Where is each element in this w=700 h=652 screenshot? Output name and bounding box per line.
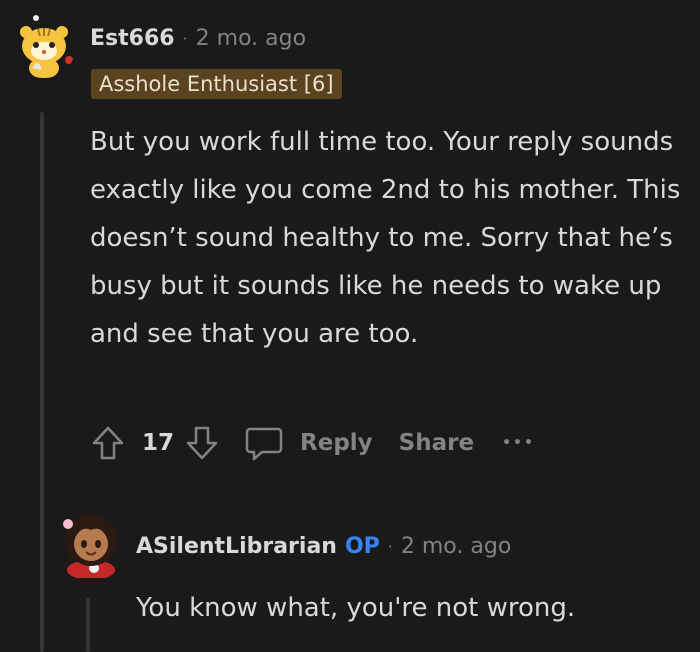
librarian-avatar-icon	[63, 502, 117, 580]
action-bar: 17 Reply Share •••	[88, 420, 535, 466]
thread-line[interactable]	[86, 598, 90, 652]
op-badge: OP	[344, 534, 380, 559]
separator-dot: ·	[387, 537, 393, 556]
share-button[interactable]: Share	[399, 430, 474, 456]
timestamp[interactable]: 2 mo. ago	[196, 26, 306, 51]
thread-line[interactable]	[40, 112, 44, 652]
separator-dot: ·	[182, 29, 188, 48]
avatar[interactable]	[12, 14, 76, 78]
upvote-icon[interactable]	[88, 423, 128, 463]
downvote-icon[interactable]	[182, 423, 222, 463]
reply-header: ASilentLibrarian OP · 2 mo. ago	[136, 534, 511, 559]
timestamp[interactable]: 2 mo. ago	[401, 534, 511, 559]
comment-body: But you work full time too. Your reply s…	[90, 127, 681, 349]
username[interactable]: Est666	[90, 26, 175, 51]
more-options-icon[interactable]: •••	[502, 435, 535, 451]
username[interactable]: ASilentLibrarian	[136, 534, 337, 559]
reply-bubble-icon[interactable]	[242, 423, 286, 463]
tiger-avatar-icon	[20, 15, 73, 78]
reply-body: You know what, you're not wrong.	[136, 593, 576, 623]
vote-count: 17	[142, 430, 175, 456]
user-flair: Asshole Enthusiast [6]	[91, 69, 342, 99]
avatar[interactable]	[58, 502, 124, 580]
reply-button[interactable]: Reply	[300, 430, 373, 456]
comment-header: Est666 · 2 mo. ago	[90, 26, 306, 51]
